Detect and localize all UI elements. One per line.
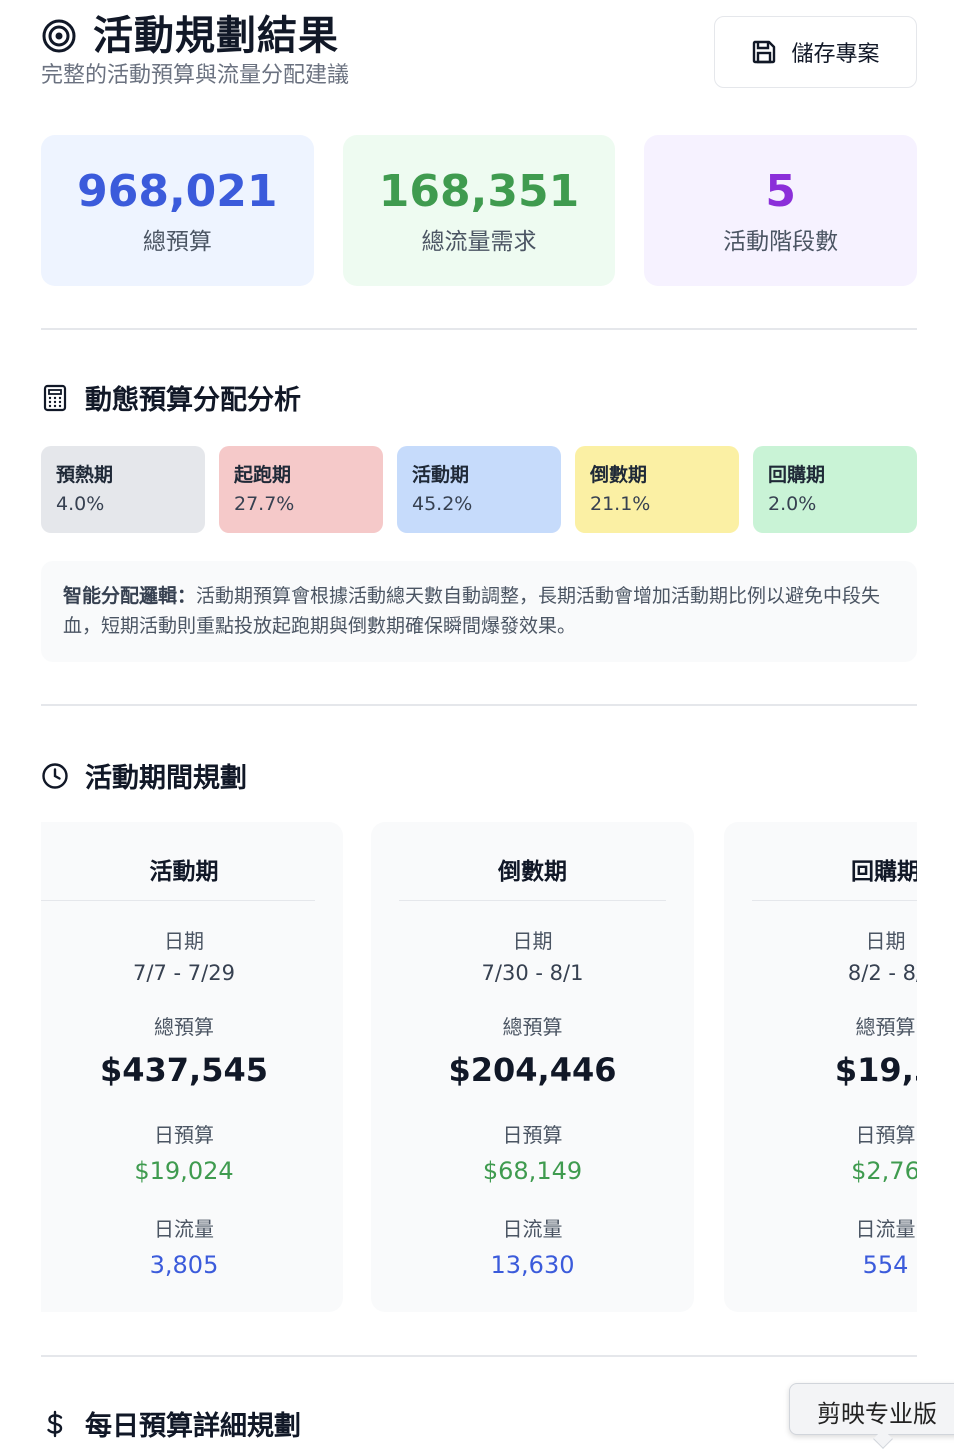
phase-allocation-list: 預熱期 4.0% 起跑期 27.7% 活動期 45.2% 倒數期 21.1% 回… [41,446,917,533]
clock-icon [42,762,68,789]
total-budget-label: 總預算 [154,1015,214,1039]
divider [41,1355,917,1357]
calculator-icon [43,384,67,411]
stat-value: 168,351 [378,165,580,217]
section-title-text: 動態預算分配分析 [85,385,301,416]
target-icon [42,19,76,53]
section-title-schedule: 活動期間規劃 [41,756,247,795]
phase-name: 倒數期 [590,464,648,486]
daily-budget-label: 日預算 [502,1123,563,1147]
daily-traffic-value: 13,630 [490,1251,575,1279]
daily-traffic-label: 日流量 [154,1217,214,1241]
stat-label: 活動階段數 [723,228,839,255]
total-budget-value: $204,446 [448,1051,617,1089]
phase-chip-launch: 起跑期 27.7% [219,446,383,533]
save-icon [753,40,776,64]
page-header: 活動規劃結果 完整的活動預算與流量分配建議 儲存專案 [41,12,917,102]
phase-chip-campaign: 活動期 45.2% [397,446,561,533]
stat-label: 總流量需求 [421,228,537,255]
total-budget-value: $19,3 [834,1051,917,1089]
phase-percent: 45.2% [412,493,473,515]
section-title-text: 活動期間規劃 [85,763,247,794]
section-title-daily: 每日預算詳細規劃 [41,1404,301,1443]
date-range: 8/2 - 8/ [847,961,917,985]
daily-budget-value: $68,149 [482,1157,583,1185]
save-button-label: 儲存專案 [791,42,880,67]
phase-chip-warmup: 預熱期 4.0% [41,446,205,533]
card-divider [752,900,917,901]
card-phase-name: 回購期 [851,859,917,885]
phase-name: 起跑期 [234,464,292,486]
phase-percent: 27.7% [234,493,295,515]
daily-traffic-label: 日流量 [855,1217,916,1241]
date-label: 日期 [164,929,204,953]
section-title-text: 每日預算詳細規劃 [85,1411,301,1442]
phase-percent: 21.1% [590,493,651,515]
stat-label: 總預算 [142,228,212,255]
daily-budget-label: 日預算 [855,1123,916,1147]
daily-traffic-value: 3,805 [149,1251,219,1279]
card-phase-name: 活動期 [149,859,219,885]
stat-value: 5 [765,165,796,217]
phase-percent: 2.0% [768,493,817,515]
phase-card: 回購期 日期 8/2 - 8/ 總預算 $19,3 日預算 $2,76 日流量 … [724,822,917,1312]
phase-cards-scroller[interactable]: 活動期 日期 7/7 - 7/29 總預算 $437,545 日預算 $19,0… [41,822,917,1314]
date-range: 7/30 - 8/1 [481,961,584,985]
stat-phase-count: 5 活動階段數 [644,135,918,286]
phase-name: 活動期 [412,464,470,486]
divider [41,328,917,330]
page-title: 活動規劃結果 [93,13,339,59]
stat-value: 968,021 [77,165,278,217]
phase-chip-countdown: 倒數期 21.1% [575,446,739,533]
date-label: 日期 [512,929,553,953]
phase-card: 活動期 日期 7/7 - 7/29 總預算 $437,545 日預算 $19,0… [41,822,343,1312]
summary-stats: 968,021 總預算 168,351 總流量需求 5 活動階段數 [41,135,918,286]
note-label: 智能分配邏輯： [63,585,197,607]
section-title-budget: 動態預算分配分析 [41,378,301,417]
app-tooltip: 剪映专业版 [789,1383,954,1435]
total-budget-label: 總預算 [502,1015,563,1039]
stat-total-budget: 968,021 總預算 [41,135,314,286]
daily-budget-label: 日預算 [154,1123,214,1147]
total-budget-value: $437,545 [99,1051,268,1089]
phase-name: 回購期 [768,464,826,486]
daily-budget-value: $19,024 [134,1157,234,1185]
date-range: 7/7 - 7/29 [133,961,235,985]
divider [41,704,917,706]
daily-budget-value: $2,76 [851,1157,917,1185]
total-budget-label: 總預算 [855,1015,916,1039]
card-divider [399,900,666,901]
daily-traffic-label: 日流量 [502,1217,563,1241]
allocation-logic-note: 智能分配邏輯：活動期預算會根據活動總天數自動調整，長期活動會增加活動期比例以避免… [41,561,917,662]
phase-chip-repurchase: 回購期 2.0% [753,446,917,533]
phase-card: 倒數期 日期 7/30 - 8/1 總預算 $204,446 日預算 $68,1… [371,822,694,1312]
dollar-icon [47,1410,63,1437]
phase-percent: 4.0% [56,493,105,515]
card-divider [41,900,315,901]
date-label: 日期 [865,929,906,953]
daily-traffic-value: 554 [862,1251,909,1279]
save-project-button[interactable]: 儲存專案 [714,16,917,88]
stat-total-traffic: 168,351 總流量需求 [342,135,616,286]
card-phase-name: 倒數期 [498,859,567,885]
phase-name: 預熱期 [56,464,114,486]
